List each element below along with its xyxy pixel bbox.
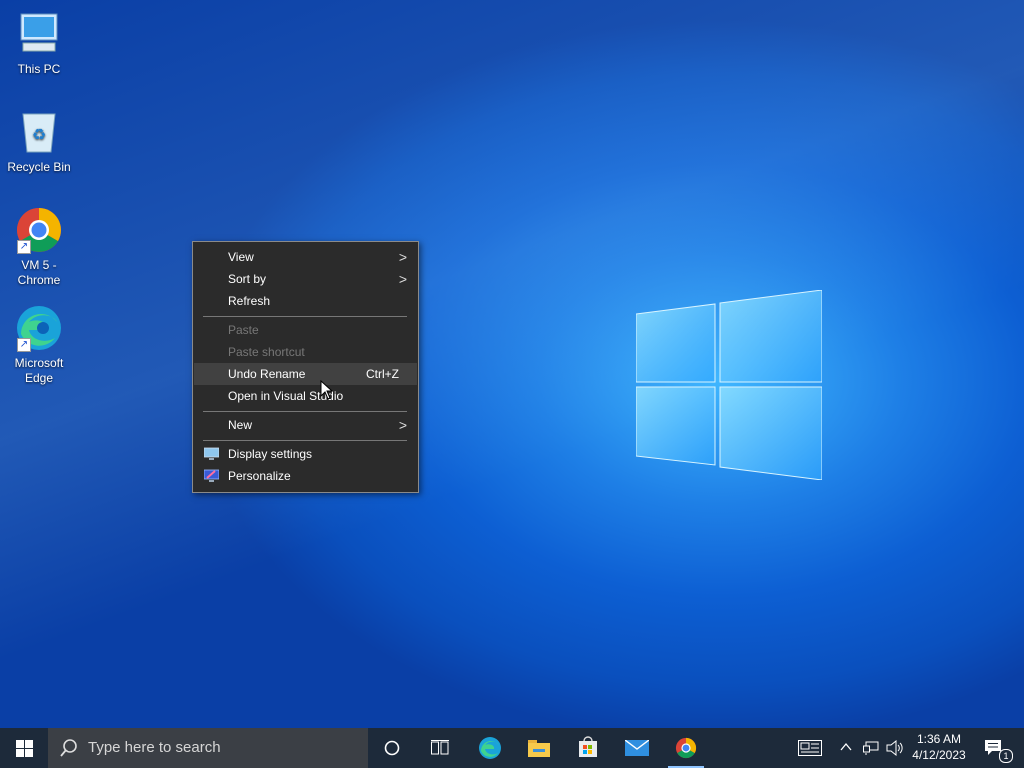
menu-item-label: Paste: [228, 323, 259, 337]
menu-item-label: New: [228, 418, 253, 432]
wallpaper-light-beam: [0, 0, 1024, 728]
recycle-bin-icon: ♻: [15, 108, 63, 156]
menu-item-label: View: [228, 250, 254, 264]
clock-date: 4/12/2023: [912, 748, 966, 762]
desktop-icon-label: Recycle Bin: [7, 160, 71, 174]
action-center-button[interactable]: 1: [974, 728, 1020, 768]
task-view-icon: [431, 740, 449, 755]
menu-item-shortcut: Ctrl+Z: [366, 367, 399, 381]
menu-item-label: Display settings: [228, 447, 313, 461]
submenu-arrow-icon: >: [398, 249, 407, 265]
submenu-arrow-icon: >: [398, 271, 407, 287]
search-icon: [60, 739, 77, 757]
news-widget-button[interactable]: [792, 728, 828, 768]
menu-item-sort-by[interactable]: Sort by >: [194, 268, 417, 290]
menu-item-open-in-visual-studio[interactable]: Open in Visual Studio: [194, 385, 417, 407]
desktop-icon-label: VM 5 - Chrome: [17, 258, 61, 287]
desktop-context-menu: View > Sort by > Refresh Paste Paste sho…: [192, 241, 419, 493]
taskbar-chrome[interactable]: [662, 728, 710, 768]
mail-icon: [625, 740, 649, 756]
cortana-icon: [384, 740, 400, 756]
mouse-cursor-icon: [320, 380, 334, 400]
menu-item-new[interactable]: New >: [194, 414, 417, 436]
menu-item-personalize[interactable]: Personalize: [194, 465, 417, 487]
shortcut-arrow-icon: ↗: [17, 338, 31, 352]
desktop-icon-microsoft-edge[interactable]: ↗ Microsoft Edge: [4, 304, 74, 386]
shortcut-arrow-icon: ↗: [17, 240, 31, 254]
menu-item-label: Paste shortcut: [228, 345, 305, 359]
desktop-icon-label: This PC: [17, 62, 61, 76]
computer-icon: [15, 10, 63, 58]
desktop-icon-vm5-chrome[interactable]: ↗ VM 5 - Chrome: [4, 206, 74, 288]
personalize-icon: [204, 469, 219, 482]
taskbar-mail[interactable]: [613, 728, 661, 768]
menu-item-paste: Paste: [194, 319, 417, 341]
menu-item-label: Personalize: [228, 469, 291, 483]
menu-separator: [203, 411, 407, 412]
menu-item-display-settings[interactable]: Display settings: [194, 443, 417, 465]
clock-time: 1:36 AM: [916, 732, 962, 746]
clock[interactable]: 1:36 AM 4/12/2023: [908, 728, 970, 768]
news-icon: [798, 740, 822, 756]
chevron-up-icon: [840, 742, 852, 751]
menu-item-refresh[interactable]: Refresh: [194, 290, 417, 312]
taskbar-edge[interactable]: [466, 728, 514, 768]
chrome-icon: ↗: [15, 206, 63, 254]
desktop-icon-recycle-bin[interactable]: ♻ Recycle Bin: [4, 108, 74, 175]
notification-count-badge: 1: [999, 749, 1013, 763]
menu-item-label: Refresh: [228, 294, 271, 308]
search-placeholder: Type here to search: [88, 739, 221, 756]
windows-logo-wallpaper: [636, 290, 822, 480]
display-icon: [204, 447, 219, 460]
taskbar-store[interactable]: [564, 728, 612, 768]
cortana-button[interactable]: [368, 728, 416, 768]
taskbar-search-box[interactable]: Type here to search: [48, 728, 368, 768]
chrome-icon: [675, 737, 697, 759]
start-button[interactable]: [0, 728, 48, 768]
desktop-icon-this-pc[interactable]: This PC: [4, 10, 74, 77]
menu-item-undo-rename[interactable]: Undo Rename Ctrl+Z: [194, 363, 417, 385]
taskbar-file-explorer[interactable]: [515, 728, 563, 768]
menu-separator: [203, 440, 407, 441]
file-explorer-icon: [528, 740, 550, 757]
submenu-arrow-icon: >: [398, 417, 407, 433]
edge-icon: ↗: [15, 304, 63, 352]
network-button[interactable]: [860, 728, 882, 768]
task-view-button[interactable]: [416, 728, 464, 768]
svg-text:♻: ♻: [32, 125, 46, 144]
menu-item-label: Sort by: [228, 272, 267, 286]
menu-item-label: Undo Rename: [228, 367, 306, 381]
speaker-icon: [886, 740, 903, 756]
menu-item-paste-shortcut: Paste shortcut: [194, 341, 417, 363]
store-icon: [579, 736, 597, 757]
windows-start-icon: [16, 740, 33, 757]
network-icon: [863, 741, 879, 755]
menu-separator: [203, 316, 407, 317]
desktop-icon-label: Microsoft Edge: [14, 356, 64, 385]
edge-icon: [479, 737, 501, 759]
volume-button[interactable]: [884, 728, 906, 768]
menu-item-view[interactable]: View >: [194, 246, 417, 268]
show-hidden-icons-button[interactable]: [836, 728, 856, 768]
taskbar: Type here to search 1:36 AM 4/12/2023 1: [0, 728, 1024, 768]
